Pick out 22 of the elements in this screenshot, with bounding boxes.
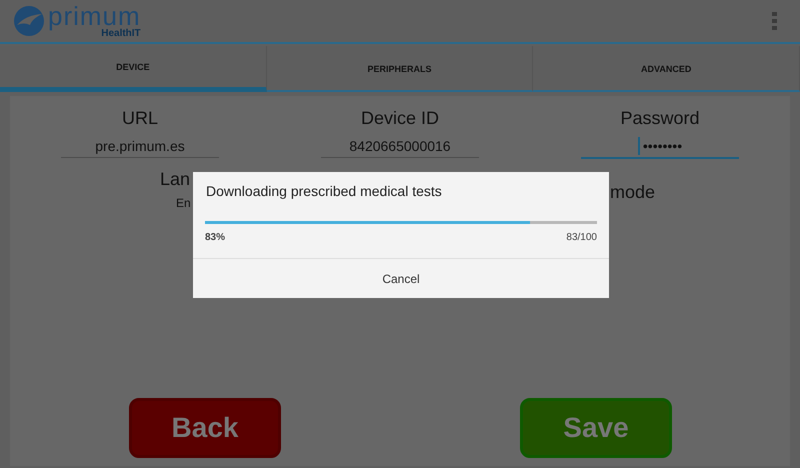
tab[interactable]: PERIPHERALS	[266, 46, 534, 92]
progress-count: 83/100	[566, 232, 597, 243]
logo-subtext: HealthIT	[101, 29, 141, 39]
cancel-button[interactable]: Cancel	[193, 258, 609, 298]
field-label: Device ID	[360, 108, 440, 129]
progress-percent: 83%	[205, 232, 226, 243]
field-label: Password	[620, 108, 700, 129]
menu-icon[interactable]	[772, 12, 778, 30]
field-label: Lan	[160, 169, 190, 190]
tab[interactable]: ADVANCED	[533, 46, 800, 92]
dialog-title: Downloading prescribed medical tests	[206, 183, 443, 199]
logo-text: primum	[48, 3, 141, 29]
field-label: mode	[610, 182, 655, 204]
input-field[interactable]: pre.primum.es	[61, 135, 219, 158]
field-value: En	[176, 196, 191, 210]
field-label: URL	[122, 108, 158, 129]
input-field[interactable]: 8420665000016	[321, 135, 479, 158]
tab[interactable]: DEVICE	[0, 46, 267, 92]
logo-icon	[12, 5, 46, 37]
back-button[interactable]: Back	[129, 398, 281, 458]
save-button[interactable]: Save	[520, 398, 672, 458]
input-field[interactable]: ••••••••	[581, 135, 739, 159]
